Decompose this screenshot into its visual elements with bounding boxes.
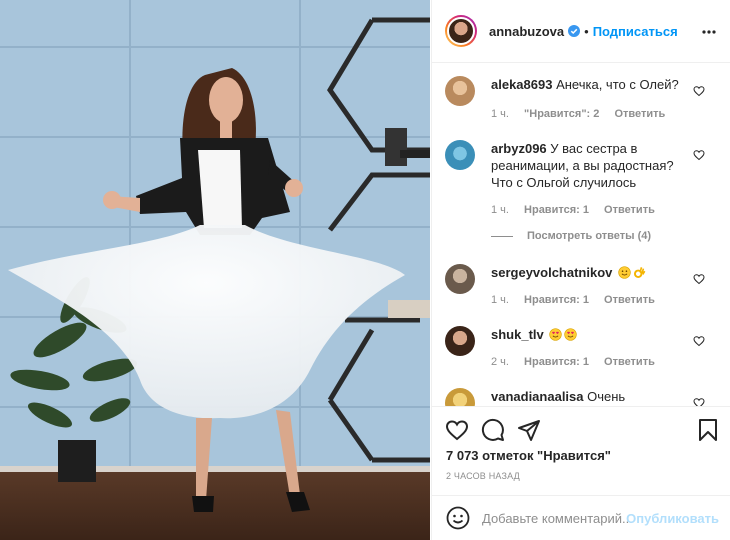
commenter-avatar[interactable] [445, 388, 475, 406]
reply-button[interactable]: Ответить [604, 204, 655, 216]
commenter-avatar[interactable] [445, 76, 475, 106]
comment-icon[interactable] [481, 418, 505, 442]
heart-icon[interactable] [693, 335, 705, 347]
comment-text: Анечка, что с Олей? [556, 77, 679, 92]
comments-list[interactable]: aleka8693 Анечка, что с Олей? 1 ч. "Нрав… [432, 64, 730, 406]
post-photo[interactable] [0, 0, 430, 540]
comment-username[interactable]: arbyz096 [491, 141, 547, 156]
share-icon[interactable] [517, 418, 541, 442]
comment-likes[interactable]: Нравится: 1 [524, 204, 589, 216]
follow-button[interactable]: Подписаться [593, 24, 678, 39]
heart-icon[interactable] [693, 273, 705, 285]
author-username[interactable]: annabuzova [489, 24, 564, 39]
comment-time[interactable]: 1 ч. [491, 294, 509, 306]
emoji-icon[interactable] [446, 506, 470, 530]
comment-time[interactable]: 1 ч. [491, 108, 509, 120]
post-timestamp[interactable]: 2 ЧАСОВ НАЗАД [446, 471, 520, 481]
heart-icon[interactable] [693, 85, 705, 97]
comment-likes[interactable]: Нравится: 1 [524, 294, 589, 306]
header-separator: • [584, 23, 589, 39]
heart-eyes-emoji-icon [564, 328, 578, 341]
comment-likes[interactable]: "Нравится": 2 [524, 108, 599, 120]
view-replies-label: Посмотреть ответы (4) [527, 230, 652, 242]
likes-count[interactable]: 7 073 отметок "Нравится" [446, 448, 611, 463]
comment-username[interactable]: sergeyvolchatnikov [491, 265, 612, 280]
heart-eyes-emoji-icon [549, 328, 563, 341]
reply-button[interactable]: Ответить [614, 108, 665, 120]
commenter-avatar[interactable] [445, 326, 475, 356]
heart-icon[interactable] [693, 149, 705, 161]
comment-time[interactable]: 2 ч. [491, 356, 509, 368]
post-image [0, 0, 430, 540]
replies-divider [491, 235, 513, 237]
reply-button[interactable]: Ответить [604, 294, 655, 306]
view-replies-button[interactable]: Посмотреть ответы (4) [491, 230, 651, 242]
post-header: annabuzova • Подписаться [432, 0, 730, 63]
comment-username[interactable]: aleka8693 [491, 77, 552, 92]
comment-input[interactable]: Добавьте комментарий... [482, 511, 633, 526]
heart-icon[interactable] [693, 397, 705, 406]
heart-icon[interactable] [445, 418, 469, 442]
ok-hand-emoji-icon [633, 267, 646, 279]
author-avatar[interactable] [445, 15, 477, 47]
comment-username[interactable]: vanadianaalisa [491, 389, 584, 404]
commenter-avatar[interactable] [445, 264, 475, 294]
add-comment-bar: Добавьте комментарий... Опубликовать [432, 495, 730, 540]
verified-badge-icon [568, 25, 581, 37]
post-actions [432, 406, 730, 451]
more-options-icon[interactable] [701, 24, 717, 40]
comment-username[interactable]: shuk_tlv [491, 327, 544, 342]
comment-likes[interactable]: Нравится: 1 [524, 356, 589, 368]
post-side-panel: annabuzova • Подписаться aleka8693 Анечк… [431, 0, 730, 540]
commenter-avatar[interactable] [445, 140, 475, 170]
reply-button[interactable]: Ответить [604, 356, 655, 368]
comment-time[interactable]: 1 ч. [491, 204, 509, 216]
smiling-face-emoji-icon [618, 266, 631, 279]
publish-button[interactable]: Опубликовать [626, 511, 719, 526]
bookmark-icon[interactable] [696, 418, 720, 442]
